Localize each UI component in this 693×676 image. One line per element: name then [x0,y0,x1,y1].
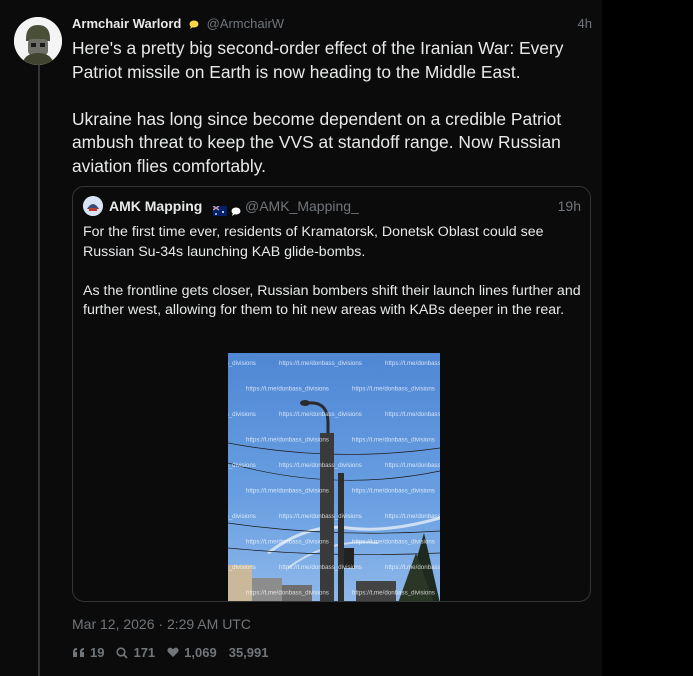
watermark-text: https://t.me/donbass_divisions [228,462,256,469]
watermark-text: https://t.me/donbass_divisions [228,513,256,520]
watermark-text: https://t.me/donbass_divisions [228,411,256,418]
likes-stat[interactable]: 1,069 [167,645,217,660]
quoted-time-ago[interactable]: 19h [558,196,581,216]
watermark-text: https://t.me/donbass_divisions [385,360,440,367]
replies-count: 171 [133,645,156,660]
map-logo-icon [83,196,103,216]
tweet-time-ago[interactable]: 4h [578,15,592,33]
tweet-text: Here's a pretty big second-order effect … [72,38,564,176]
author-avatar[interactable] [14,17,62,65]
watermark-text: https://t.me/donbass_divisions [228,564,256,571]
views-stat[interactable]: 35,991 [229,645,269,660]
watermark-text: https://t.me/donbass_divisions [246,488,329,495]
quoted-media-image[interactable]: https://t.me/donbass_divisions https://t.… [228,353,440,601]
speech-bubble-icon [231,201,241,221]
quoted-header: AMK Mapping @AMK_Mapping_ 19h [83,196,581,216]
replies-stat[interactable]: 171 [116,645,155,660]
sky-photo: https://t.me/donbass_divisions https://t.… [228,353,440,601]
australia-flag-icon [212,201,227,216]
watermark-text: https://t.me/donbass_divisions [385,564,440,571]
watermark-text: https://t.me/donbass_divisions [279,564,362,571]
speech-bubble-icon [189,16,199,34]
quotes-count: 19 [90,645,105,660]
watermark-text: https://t.me/donbass_divisions [352,488,435,495]
tweet-header: Armchair Warlord @ArmchairW 4h [72,15,592,33]
quoted-tweet[interactable]: AMK Mapping @AMK_Mapping_ 19h For the fi… [72,186,591,602]
watermark-text: https://t.me/donbass_divisions [279,513,362,520]
tweet-timestamp[interactable]: Mar 12, 2026 · 2:29 AM UTC [72,616,251,632]
likes-count: 1,069 [184,645,217,660]
quotes-stat[interactable]: 19 [72,645,104,660]
thread-line [38,62,40,676]
quoted-author-name[interactable]: AMK Mapping [109,196,202,216]
watermark-text: https://t.me/donbass_divisions [352,539,435,546]
watermark-text: https://t.me/donbass_divisions [246,437,329,444]
author-handle[interactable]: @ArmchairW [207,16,284,31]
search-reply-icon [116,646,129,659]
watermark-text: https://t.me/donbass_divisions [246,590,329,597]
watermark-text: https://t.me/donbass_divisions [352,386,435,393]
watermark-text: https://t.me/donbass_divisions [279,360,362,367]
watermark-text: https://t.me/donbass_divisions [352,437,435,444]
watermark-text: https://t.me/donbass_divisions [352,590,435,597]
watermark-text: https://t.me/donbass_divisions [228,360,256,367]
watermark-text: https://t.me/donbass_divisions [385,513,440,520]
views-count: 35,991 [228,645,269,660]
watermark-text: https://t.me/donbass_divisions [385,462,440,469]
quote-icon [73,648,84,657]
soldier-avatar-icon [14,17,62,65]
heart-icon [167,647,179,657]
watermark-text: https://t.me/donbass_divisions [246,539,329,546]
watermark-text: https://t.me/donbass_divisions [279,462,362,469]
quoted-avatar[interactable] [83,196,103,216]
tweet-stats: 19 171 1,069 35,991 [72,645,280,660]
author-name[interactable]: Armchair Warlord [72,16,181,31]
quoted-text: For the first time ever, residents of Kr… [83,224,581,318]
quoted-author-handle[interactable]: @AMK_Mapping_ [245,196,359,216]
watermark-text: https://t.me/donbass_divisions [279,411,362,418]
watermark-text: https://t.me/donbass_divisions [385,411,440,418]
watermark-text: https://t.me/donbass_divisions [246,386,329,393]
